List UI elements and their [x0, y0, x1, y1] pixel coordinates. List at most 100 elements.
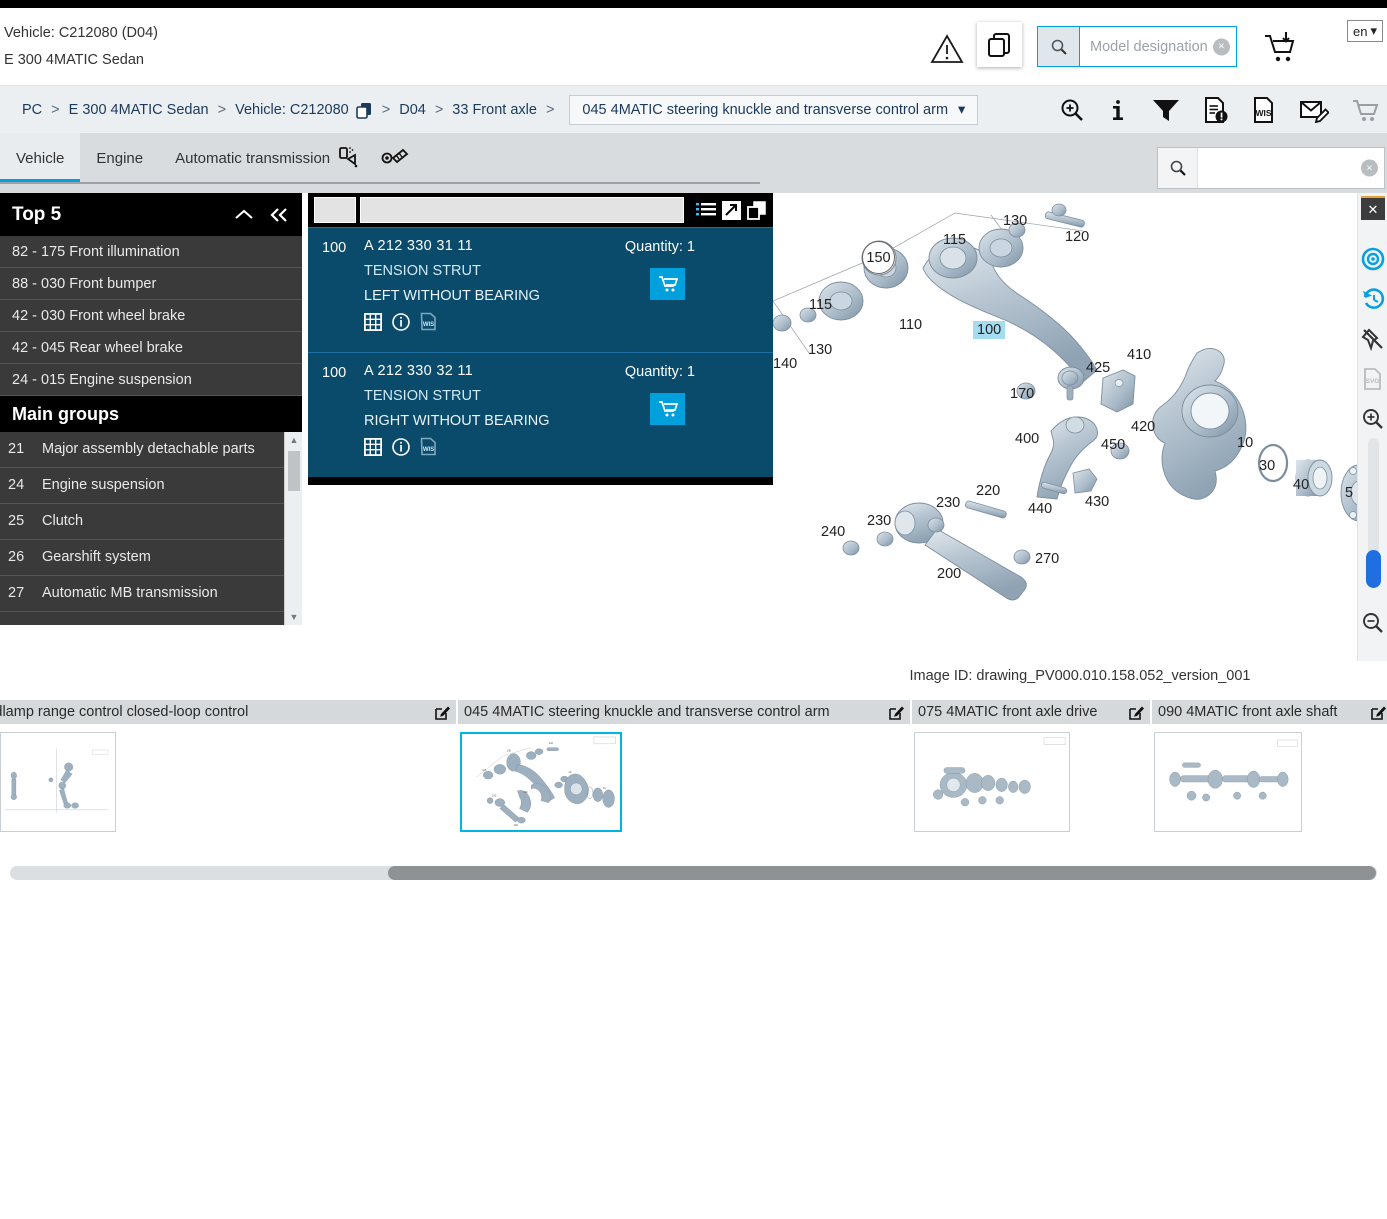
clear-search-icon[interactable]: × — [1361, 159, 1378, 177]
table-icon[interactable] — [364, 437, 382, 456]
drawing-callout[interactable]: 200 — [937, 566, 961, 582]
add-to-cart-icon[interactable] — [1262, 30, 1300, 66]
main-group-item-27[interactable]: 27 Automatic MB transmission — [0, 576, 284, 613]
drawing-callout[interactable]: 115 — [809, 297, 832, 313]
document-alert-icon[interactable] — [1203, 96, 1229, 124]
zoom-in-icon[interactable] — [1059, 97, 1085, 123]
drawing-callout[interactable]: 140 — [773, 356, 797, 372]
part-row[interactable]: 100 A 212 330 32 11 TENSION STRUT RIGHT … — [308, 352, 773, 477]
breadcrumb-item-pc[interactable]: PC — [22, 102, 42, 118]
drawing-callout[interactable]: 230 — [936, 495, 960, 511]
wis-document-icon[interactable]: WIS — [1251, 96, 1277, 124]
list-view-icon[interactable] — [696, 201, 716, 219]
drawing-callout-circle[interactable]: 150 — [862, 241, 895, 274]
zoom-out-icon[interactable] — [1358, 603, 1387, 643]
target-icon[interactable] — [1358, 239, 1387, 279]
add-part-to-cart-button[interactable] — [650, 268, 685, 300]
thumbnail-title[interactable]: 075 4MATIC front axle drive — [912, 700, 1150, 724]
drawing-callout[interactable]: 115 — [943, 232, 966, 248]
edit-icon[interactable] — [435, 705, 450, 720]
model-search[interactable]: × — [1037, 26, 1237, 67]
horizontal-scrollbar-thumb[interactable] — [388, 866, 1376, 880]
scroll-down-icon[interactable]: ▼ — [285, 609, 302, 625]
drawing-callout[interactable]: 400 — [1015, 431, 1039, 447]
tab-vehicle[interactable]: Vehicle — [0, 133, 81, 183]
scroll-up-icon[interactable]: ▲ — [285, 432, 302, 448]
wis-icon[interactable]: WIS — [420, 437, 437, 456]
zoom-slider[interactable] — [1366, 438, 1381, 588]
drawing-callout[interactable]: 130 — [808, 342, 832, 358]
drawing-callout-selected[interactable]: 100 — [973, 321, 1006, 339]
warning-triangle-icon[interactable] — [930, 34, 964, 64]
drawing-callout[interactable]: 10 — [1237, 435, 1253, 451]
main-group-item-24[interactable]: 24 Engine suspension — [0, 468, 284, 505]
email-edit-icon[interactable] — [1299, 97, 1329, 123]
parts-search[interactable]: × — [1157, 147, 1385, 189]
drawing-callout[interactable]: 430 — [1085, 494, 1109, 510]
drawing-callout[interactable]: 40 — [1293, 477, 1309, 493]
drawing-callout[interactable]: 440 — [1028, 501, 1052, 517]
language-selector[interactable]: en ▾ — [1347, 20, 1383, 42]
drawing-callout[interactable]: 270 — [1035, 551, 1059, 567]
thumbnail-item[interactable]: 075 4MATIC front axle drive — [912, 700, 1150, 832]
top5-item-3[interactable]: 42 - 045 Rear wheel brake — [0, 332, 302, 364]
breadcrumb-item-d04[interactable]: D04 — [399, 102, 426, 118]
copy-icon[interactable] — [747, 200, 767, 220]
thumbnail-title[interactable]: 045 4MATIC steering knuckle and transver… — [458, 700, 910, 724]
top5-item-4[interactable]: 24 - 015 Engine suspension — [0, 364, 302, 396]
top5-item-2[interactable]: 42 - 030 Front wheel brake — [0, 300, 302, 332]
drawing-callout[interactable]: 110 — [899, 317, 922, 333]
tab-automatic-transmission[interactable]: Automatic transmission — [159, 133, 346, 183]
drawing-callout[interactable]: 450 — [1101, 437, 1125, 453]
drawing-callout[interactable]: 230 — [867, 513, 891, 529]
wis-icon[interactable]: WIS — [420, 312, 437, 331]
tab-engine[interactable]: Engine — [80, 133, 159, 183]
drawing-viewer[interactable]: 130 120 115 150 115 110 100 130 140 170 … — [773, 193, 1387, 661]
close-icon[interactable]: ✕ — [1361, 196, 1385, 220]
info-icon[interactable] — [1107, 97, 1129, 123]
thumbnail-item[interactable]: ont dynamic headlamp range control close… — [0, 700, 456, 832]
search-icon[interactable] — [1158, 148, 1198, 188]
drawing-callout[interactable]: 170 — [1010, 386, 1034, 402]
paint-spray-icon[interactable] — [337, 144, 363, 173]
search-icon[interactable] — [1038, 27, 1080, 66]
drawing-callout[interactable]: 425 — [1086, 360, 1110, 376]
drawing-callout[interactable]: 410 — [1127, 347, 1151, 363]
thumbnail-item[interactable]: 045 4MATIC steering knuckle and transver… — [458, 700, 910, 832]
zoom-in-icon[interactable] — [1358, 399, 1387, 439]
top5-item-1[interactable]: 88 - 030 Front bumper — [0, 268, 302, 300]
main-groups-scrollbar[interactable]: ▲ ▼ — [284, 432, 302, 625]
parts-search-input[interactable] — [1198, 148, 1384, 188]
edit-icon[interactable] — [1371, 705, 1386, 720]
history-undo-icon[interactable] — [1358, 279, 1387, 319]
main-group-item-21[interactable]: 21 Major assembly detachable parts — [0, 432, 284, 469]
thumbnail-item[interactable]: 090 4MATIC front axle shaft — [1152, 700, 1387, 832]
info-icon[interactable] — [392, 312, 410, 331]
add-part-to-cart-button[interactable] — [650, 393, 685, 425]
drawing-callout[interactable]: 220 — [976, 483, 1000, 499]
thumbnail-title[interactable]: 090 4MATIC front axle shaft — [1152, 700, 1387, 724]
chevron-double-left-icon[interactable] — [268, 207, 290, 223]
svg-export-icon[interactable]: SVG — [1358, 359, 1387, 399]
breadcrumb-item-vehicle[interactable]: Vehicle: C212080 — [235, 102, 349, 118]
clear-search-icon[interactable]: × — [1213, 38, 1230, 55]
drawing-callout[interactable]: 30 — [1259, 458, 1275, 474]
unpin-icon[interactable] — [1358, 319, 1387, 359]
drawing-callout[interactable]: 130 — [1003, 213, 1027, 229]
top5-item-0[interactable]: 82 - 175 Front illumination — [0, 236, 302, 268]
drawing-callout[interactable]: 120 — [1065, 229, 1089, 245]
parts-filter-box[interactable] — [314, 197, 356, 223]
zoom-slider-handle[interactable] — [1366, 550, 1381, 588]
cart-icon[interactable] — [1351, 97, 1379, 123]
copy-icon[interactable] — [977, 22, 1022, 67]
thumbnail-image[interactable] — [914, 732, 1070, 832]
main-group-item-25[interactable]: 25 Clutch — [0, 504, 284, 541]
thumbnail-title[interactable]: ont dynamic headlamp range control close… — [0, 700, 456, 724]
table-icon[interactable] — [364, 312, 382, 331]
breadcrumb-item-model[interactable]: E 300 4MATIC Sedan — [69, 102, 209, 118]
parts-title-box[interactable] — [360, 197, 684, 223]
drawing-callout[interactable]: 420 — [1131, 419, 1155, 435]
edit-icon[interactable] — [1129, 705, 1144, 720]
breadcrumb-item-front-axle[interactable]: 33 Front axle — [452, 102, 537, 118]
part-row[interactable]: 100 A 212 330 31 11 TENSION STRUT LEFT W… — [308, 227, 773, 352]
